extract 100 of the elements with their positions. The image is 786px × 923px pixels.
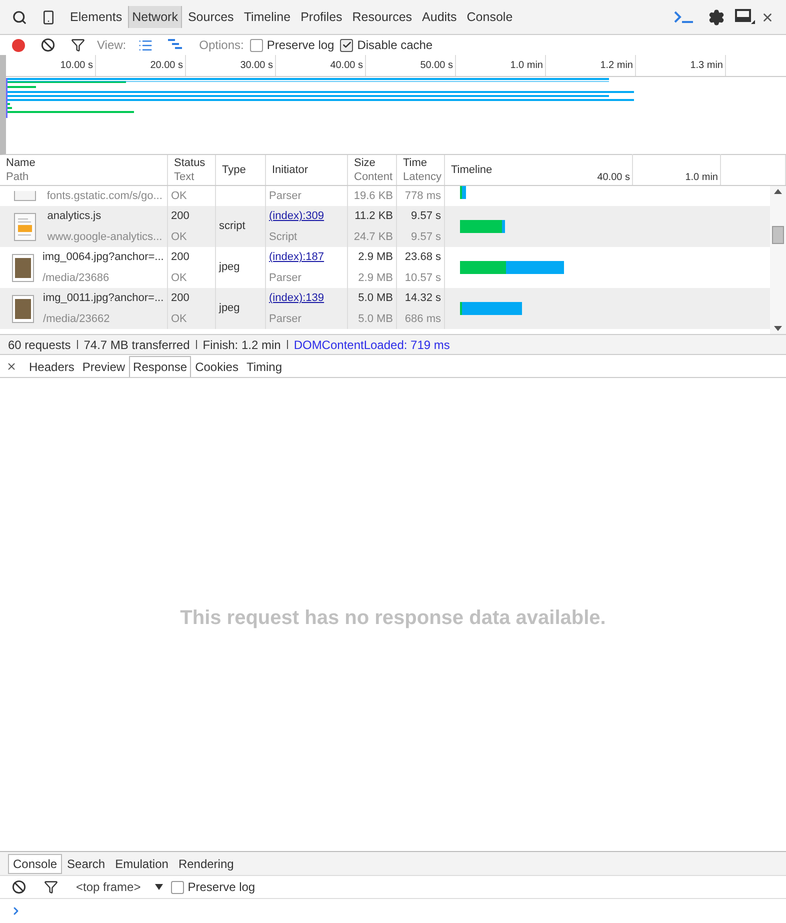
column-header[interactable]: Name — [6, 156, 36, 170]
close-icon[interactable] — [6, 361, 17, 372]
time-tick: 1.2 min — [600, 59, 633, 73]
waterfall-bar-drawing — [460, 302, 523, 315]
content-size: 24.7 KB — [354, 230, 393, 244]
status-text: OK — [171, 188, 188, 204]
latency-cell-text: 9.57 s — [411, 230, 441, 244]
panel-tab[interactable]: Console — [462, 6, 517, 28]
search-icon[interactable] — [12, 10, 27, 24]
drawer-tab[interactable]: Emulation — [110, 854, 174, 874]
request-path: fonts.gstatic.com/s/go... — [46, 188, 162, 204]
size-cell-text: 2.9 MB — [358, 250, 393, 265]
column-header[interactable]: Size — [354, 156, 376, 170]
scroll-up-icon[interactable] — [774, 189, 782, 194]
panel-tab[interactable]: Audits — [418, 6, 461, 28]
status-code: 200 — [171, 291, 190, 306]
column-header[interactable]: Time — [403, 156, 428, 170]
latency-cell-text: 10.57 s — [404, 270, 441, 286]
latency-cell-text: 686 ms — [404, 312, 441, 326]
detail-tab[interactable]: Response — [129, 356, 192, 377]
scrollbar[interactable] — [770, 186, 786, 334]
checkbox[interactable] — [170, 880, 184, 894]
initiator-type: Script — [269, 230, 298, 244]
detail-tab[interactable]: Headers — [25, 356, 78, 377]
detail-tab[interactable]: Timing — [242, 356, 286, 377]
time-tick: 1.3 min — [690, 59, 723, 73]
column-subheader[interactable]: Content — [354, 170, 393, 184]
initiator-link[interactable]: (index):187 — [269, 249, 344, 266]
detail-tab[interactable]: Preview — [78, 356, 130, 377]
dock-icon[interactable] — [735, 9, 755, 25]
status-code: 200 — [171, 250, 190, 265]
checkbox[interactable] — [340, 38, 354, 52]
clear-icon[interactable] — [12, 880, 26, 894]
time-tick: 30.00 s — [240, 59, 273, 73]
request-name[interactable]: img_0011.jpg?anchor=... — [43, 290, 164, 306]
status-text: OK — [171, 230, 188, 244]
summary-text: DOMContentLoaded: 719 ms — [294, 336, 450, 354]
initiator-type: Parser — [269, 188, 302, 204]
settings-icon[interactable] — [708, 8, 725, 26]
request-path: /media/23686 — [42, 270, 110, 286]
summary-text: 74.7 MB transferred — [84, 336, 190, 354]
content-size: 5.0 MB — [358, 312, 393, 326]
type-cell-text: jpeg — [219, 260, 241, 276]
panel-tab[interactable]: Sources — [184, 6, 238, 28]
detail-tab[interactable]: Cookies — [191, 356, 242, 377]
content-size: 2.9 MB — [358, 270, 393, 286]
time-tick: 20.00 s — [150, 59, 183, 73]
initiator-type: Parser — [269, 270, 302, 286]
column-header[interactable]: Initiator — [272, 163, 308, 177]
column-subheader[interactable]: Path — [6, 170, 29, 184]
request-path: www.google-analytics... — [47, 230, 162, 244]
empty-response-message: This request has no response data available. — [180, 606, 606, 630]
size-cell-text: 11.2 KB — [354, 209, 393, 224]
list-view-icon[interactable] — [138, 38, 154, 52]
column-header[interactable]: Timeline — [451, 163, 492, 177]
option-label[interactable]: Preserve log — [266, 36, 334, 54]
status-text: OK — [171, 270, 188, 286]
column-subheader[interactable]: Text — [174, 170, 194, 184]
panel-tab[interactable]: Elements — [66, 6, 126, 28]
summary-text: 60 requests — [8, 336, 71, 354]
clear-icon[interactable] — [41, 38, 55, 52]
scrollbar-thumb[interactable] — [772, 226, 784, 244]
waterfall-bar-drawing — [460, 186, 467, 199]
filter-icon[interactable] — [44, 880, 58, 894]
options-label: Options: — [199, 37, 244, 54]
drawer-tab[interactable]: Rendering — [173, 854, 239, 874]
photo-placeholder — [12, 294, 34, 322]
dropdown-caret-icon[interactable] — [154, 884, 163, 890]
initiator-link[interactable]: (index):309 — [269, 208, 344, 224]
initiator-link[interactable]: (index):139 — [269, 290, 344, 306]
status-code: 200 — [171, 209, 190, 224]
panel-tab[interactable]: Profiles — [296, 6, 346, 28]
filter-icon[interactable] — [71, 38, 85, 52]
time-tick: 50.00 s — [420, 59, 453, 73]
column-header[interactable]: Type — [222, 163, 246, 177]
scroll-down-icon[interactable] — [774, 326, 782, 331]
drawer-tab[interactable]: Console — [8, 854, 62, 874]
request-name[interactable]: img_0064.jpg?anchor=... — [42, 249, 164, 266]
option-label[interactable]: Preserve log — [188, 878, 256, 896]
column-subheader[interactable]: Latency — [403, 170, 442, 184]
panel-tab[interactable]: Timeline — [240, 6, 295, 28]
console-prompt-icon[interactable] — [674, 10, 694, 24]
drawer-tab[interactable]: Search — [62, 854, 110, 874]
waterfall-view-icon[interactable] — [167, 39, 184, 51]
view-label: View: — [97, 37, 126, 54]
request-name[interactable]: analytics.js — [47, 208, 162, 224]
checkbox[interactable] — [250, 38, 263, 52]
panel-tab[interactable]: Network — [128, 6, 182, 28]
time-cell-text: 9.57 s — [411, 209, 441, 224]
content-size: 19.6 KB — [354, 188, 393, 204]
option-label[interactable]: Disable cache — [357, 36, 433, 54]
frame-select[interactable]: <top frame> — [76, 878, 141, 896]
close-icon[interactable] — [761, 10, 774, 24]
time-cell-text: 23.68 s — [404, 250, 441, 265]
column-header[interactable]: Status — [174, 156, 206, 170]
panel-tab[interactable]: Resources — [348, 6, 416, 28]
record-button[interactable] — [12, 38, 25, 52]
time-cell-text: 14.32 s — [404, 291, 441, 306]
phone-icon[interactable] — [41, 10, 56, 24]
status-text: OK — [171, 312, 188, 326]
